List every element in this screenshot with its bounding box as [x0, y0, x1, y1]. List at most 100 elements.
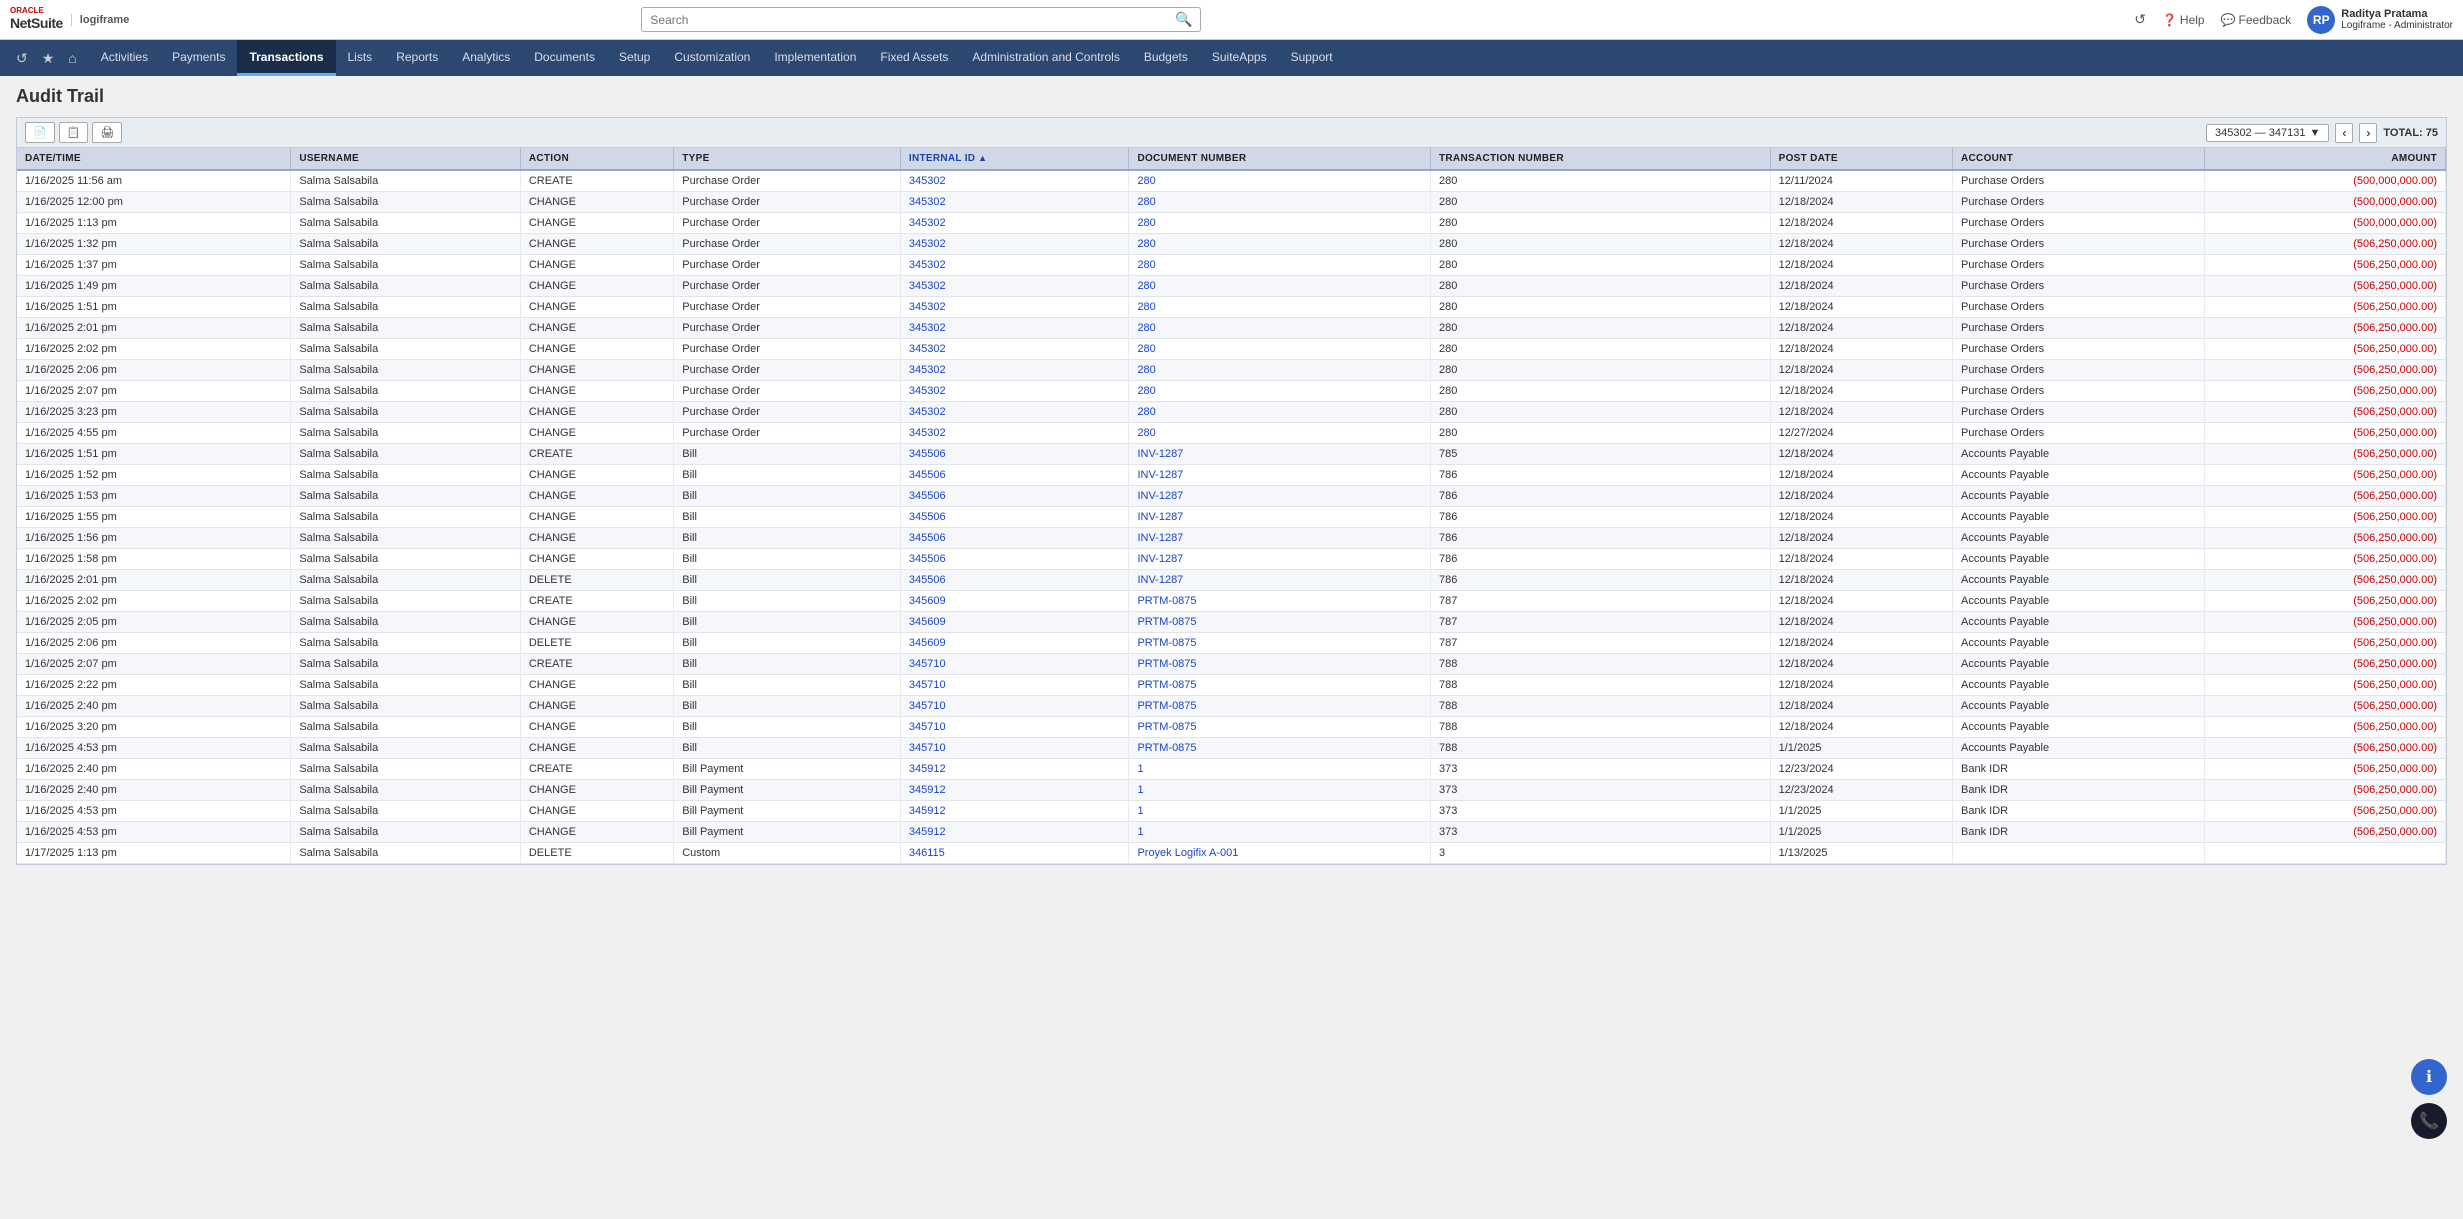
cell-internal_id[interactable]: 345302	[900, 360, 1129, 381]
cell-type[interactable]: Bill	[674, 696, 901, 717]
cell-type[interactable]: Purchase Order	[674, 402, 901, 423]
page-range[interactable]: 345302 — 347131 ▼	[2206, 124, 2329, 142]
cell-internal_id[interactable]: 345302	[900, 234, 1129, 255]
sidebar-item-suiteapps[interactable]: SuiteApps	[1200, 40, 1279, 76]
cell-internal_id[interactable]: 345302	[900, 297, 1129, 318]
cell-type[interactable]: Purchase Order	[674, 255, 901, 276]
cell-internal_id[interactable]: 345302	[900, 255, 1129, 276]
sidebar-item-payments[interactable]: Payments	[160, 40, 237, 76]
cell-document_number[interactable]: INV-1287	[1129, 444, 1431, 465]
cell-type[interactable]: Purchase Order	[674, 381, 901, 402]
cell-document_number[interactable]: 1	[1129, 822, 1431, 843]
nav-home-icon[interactable]: ⌂	[62, 46, 82, 70]
cell-document_number[interactable]: INV-1287	[1129, 549, 1431, 570]
cell-document_number[interactable]: INV-1287	[1129, 570, 1431, 591]
cell-type[interactable]: Bill Payment	[674, 759, 901, 780]
cell-type[interactable]: Bill	[674, 528, 901, 549]
cell-type[interactable]: Bill	[674, 444, 901, 465]
sidebar-item-analytics[interactable]: Analytics	[450, 40, 522, 76]
cell-type[interactable]: Purchase Order	[674, 192, 901, 213]
cell-document_number[interactable]: PRTM-0875	[1129, 654, 1431, 675]
cell-internal_id[interactable]: 345302	[900, 423, 1129, 444]
cell-type[interactable]: Purchase Order	[674, 213, 901, 234]
nav-star-icon[interactable]: ★	[36, 46, 61, 71]
sidebar-item-activities[interactable]: Activities	[89, 40, 160, 76]
cell-document_number[interactable]: INV-1287	[1129, 528, 1431, 549]
cell-type[interactable]: Purchase Order	[674, 339, 901, 360]
info-float-button[interactable]: ℹ	[2411, 1059, 2447, 1095]
prev-page-button[interactable]: ‹	[2335, 123, 2353, 143]
cell-document_number[interactable]: 280	[1129, 255, 1431, 276]
cell-document_number[interactable]: INV-1287	[1129, 507, 1431, 528]
search-bar[interactable]: 🔍	[641, 7, 1201, 32]
cell-internal_id[interactable]: 345506	[900, 486, 1129, 507]
sidebar-item-lists[interactable]: Lists	[336, 40, 385, 76]
cell-document_number[interactable]: 280	[1129, 423, 1431, 444]
cell-internal_id[interactable]: 345710	[900, 675, 1129, 696]
cell-type[interactable]: Bill	[674, 507, 901, 528]
sidebar-item-implementation[interactable]: Implementation	[762, 40, 868, 76]
cell-document_number[interactable]: INV-1287	[1129, 486, 1431, 507]
cell-internal_id[interactable]: 345506	[900, 465, 1129, 486]
cell-document_number[interactable]: 280	[1129, 192, 1431, 213]
cell-internal_id[interactable]: 345302	[900, 170, 1129, 192]
cell-type[interactable]: Bill Payment	[674, 822, 901, 843]
cell-document_number[interactable]: 280	[1129, 339, 1431, 360]
cell-document_number[interactable]: 280	[1129, 234, 1431, 255]
cell-document_number[interactable]: PRTM-0875	[1129, 738, 1431, 759]
sidebar-item-reports[interactable]: Reports	[384, 40, 450, 76]
cell-type[interactable]: Bill Payment	[674, 801, 901, 822]
cell-document_number[interactable]: 280	[1129, 213, 1431, 234]
cell-type[interactable]: Bill	[674, 465, 901, 486]
cell-internal_id[interactable]: 345609	[900, 591, 1129, 612]
cell-internal_id[interactable]: 345912	[900, 801, 1129, 822]
sidebar-item-transactions[interactable]: Transactions	[237, 40, 335, 76]
cell-internal_id[interactable]: 345302	[900, 381, 1129, 402]
cell-internal_id[interactable]: 345710	[900, 738, 1129, 759]
sidebar-item-fixed-assets[interactable]: Fixed Assets	[868, 40, 960, 76]
cell-document_number[interactable]: 280	[1129, 318, 1431, 339]
cell-type[interactable]: Bill	[674, 738, 901, 759]
cell-document_number[interactable]: PRTM-0875	[1129, 633, 1431, 654]
cell-internal_id[interactable]: 345710	[900, 717, 1129, 738]
cell-document_number[interactable]: 280	[1129, 297, 1431, 318]
cell-type[interactable]: Purchase Order	[674, 423, 901, 444]
cell-type[interactable]: Bill	[674, 654, 901, 675]
cell-type[interactable]: Purchase Order	[674, 297, 901, 318]
phone-float-button[interactable]: 📞	[2411, 1103, 2447, 1139]
cell-type[interactable]: Purchase Order	[674, 360, 901, 381]
col-internal-id[interactable]: INTERNAL ID	[900, 148, 1129, 170]
history-icon[interactable]: ↺	[2134, 11, 2146, 28]
cell-type[interactable]: Bill	[674, 486, 901, 507]
sidebar-item-documents[interactable]: Documents	[522, 40, 607, 76]
cell-internal_id[interactable]: 345302	[900, 192, 1129, 213]
user-area[interactable]: RP Raditya Pratama Logiframe - Administr…	[2307, 6, 2453, 34]
cell-internal_id[interactable]: 345506	[900, 549, 1129, 570]
cell-internal_id[interactable]: 346115	[900, 843, 1129, 864]
cell-internal_id[interactable]: 345506	[900, 570, 1129, 591]
cell-document_number[interactable]: 280	[1129, 402, 1431, 423]
cell-type[interactable]: Bill	[674, 570, 901, 591]
sidebar-item-budgets[interactable]: Budgets	[1132, 40, 1200, 76]
cell-internal_id[interactable]: 345609	[900, 612, 1129, 633]
cell-type[interactable]: Purchase Order	[674, 234, 901, 255]
print-button[interactable]: 🖨	[92, 122, 122, 143]
cell-document_number[interactable]: 1	[1129, 801, 1431, 822]
cell-internal_id[interactable]: 345302	[900, 213, 1129, 234]
cell-type[interactable]: Bill	[674, 549, 901, 570]
cell-document_number[interactable]: 1	[1129, 759, 1431, 780]
nav-refresh-icon[interactable]: ↺	[10, 46, 34, 71]
sidebar-item-admin[interactable]: Administration and Controls	[960, 40, 1131, 76]
cell-internal_id[interactable]: 345302	[900, 402, 1129, 423]
export-button[interactable]: 📋	[59, 122, 89, 143]
cell-document_number[interactable]: PRTM-0875	[1129, 675, 1431, 696]
cell-document_number[interactable]: PRTM-0875	[1129, 696, 1431, 717]
cell-type[interactable]: Bill	[674, 591, 901, 612]
cell-internal_id[interactable]: 345912	[900, 822, 1129, 843]
cell-internal_id[interactable]: 345506	[900, 444, 1129, 465]
cell-type[interactable]: Bill	[674, 612, 901, 633]
cell-internal_id[interactable]: 345710	[900, 696, 1129, 717]
cell-type[interactable]: Bill	[674, 717, 901, 738]
cell-type[interactable]: Bill Payment	[674, 780, 901, 801]
cell-type[interactable]: Bill	[674, 633, 901, 654]
